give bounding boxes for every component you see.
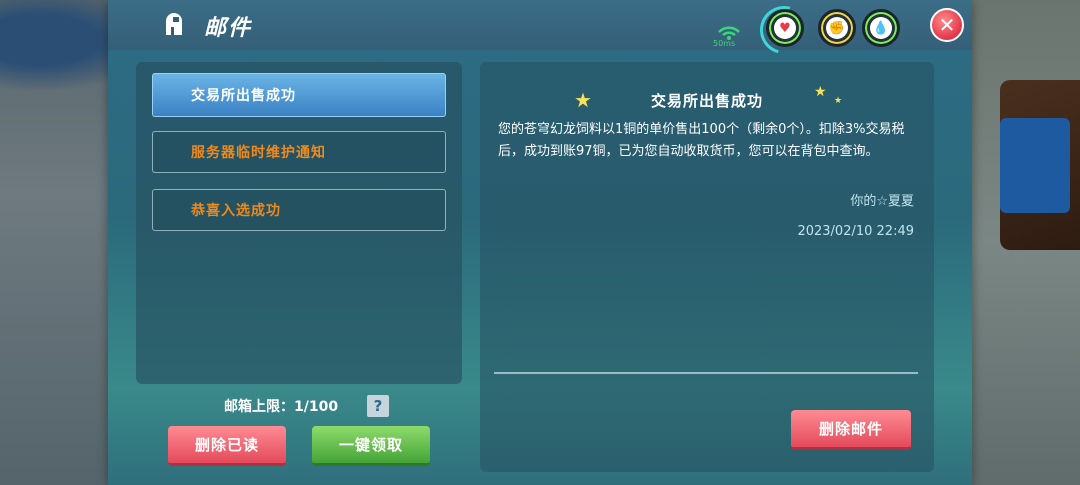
help-button[interactable]: ? — [367, 395, 389, 417]
mail-date: 2023/02/10 22:49 — [797, 224, 914, 239]
question-icon: ? — [373, 397, 383, 415]
mail-item-label: 恭喜入选成功 — [191, 203, 281, 219]
mail-item-label: 交易所出售成功 — [191, 88, 296, 104]
mail-item-label: 服务器临时维护通知 — [191, 145, 326, 161]
water-gauge[interactable]: 💧 — [862, 9, 900, 47]
mail-signature: 你的☆夏夏 — [850, 194, 914, 209]
panel-header: 邮件 50ms ♥ ✊ 💧 ✕ — [108, 0, 972, 63]
strength-icon: ✊ — [826, 17, 848, 39]
mail-item[interactable]: 服务器临时维护通知 — [152, 131, 446, 173]
close-button[interactable]: ✕ — [930, 8, 964, 42]
delete-read-button[interactable]: 删除已读 — [168, 426, 286, 466]
mail-item-selected[interactable]: 交易所出售成功 — [152, 73, 446, 117]
mailbox-icon — [166, 13, 182, 35]
background-object-blue — [1000, 118, 1070, 213]
claim-all-button[interactable]: 一键领取 — [312, 426, 430, 466]
strength-gauge[interactable]: ✊ — [818, 9, 856, 47]
close-icon: ✕ — [938, 13, 956, 37]
mailbox-capacity: 邮箱上限：1/100 — [224, 399, 339, 415]
divider — [494, 372, 918, 374]
mail-body: 您的苍穹幻龙饲料以1铜的单价售出100个（剩余0个）。扣除3%交易税后，成功到账… — [498, 122, 905, 159]
mail-panel: 邮件 50ms ♥ ✊ 💧 ✕ 交易所出售成功 服务器临时维护通知 恭喜入选成功 — [108, 0, 972, 485]
delete-mail-button[interactable]: 删除邮件 — [791, 410, 911, 450]
mail-title: 交易所出售成功 — [650, 92, 763, 110]
heart-icon: ♥ — [774, 17, 796, 39]
page-title: 邮件 — [204, 16, 253, 41]
mail-detail: ★ ★ ★ 交易所出售成功 您的苍穹幻龙饲料以1铜的单价售出100个（剩余0个）… — [480, 62, 934, 472]
water-drop-icon: 💧 — [870, 17, 892, 39]
ping-readout: 50ms — [713, 39, 736, 48]
mail-list: 交易所出售成功 服务器临时维护通知 恭喜入选成功 — [136, 62, 462, 384]
mail-item[interactable]: 恭喜入选成功 — [152, 189, 446, 231]
health-gauge[interactable]: ♥ — [766, 9, 804, 47]
